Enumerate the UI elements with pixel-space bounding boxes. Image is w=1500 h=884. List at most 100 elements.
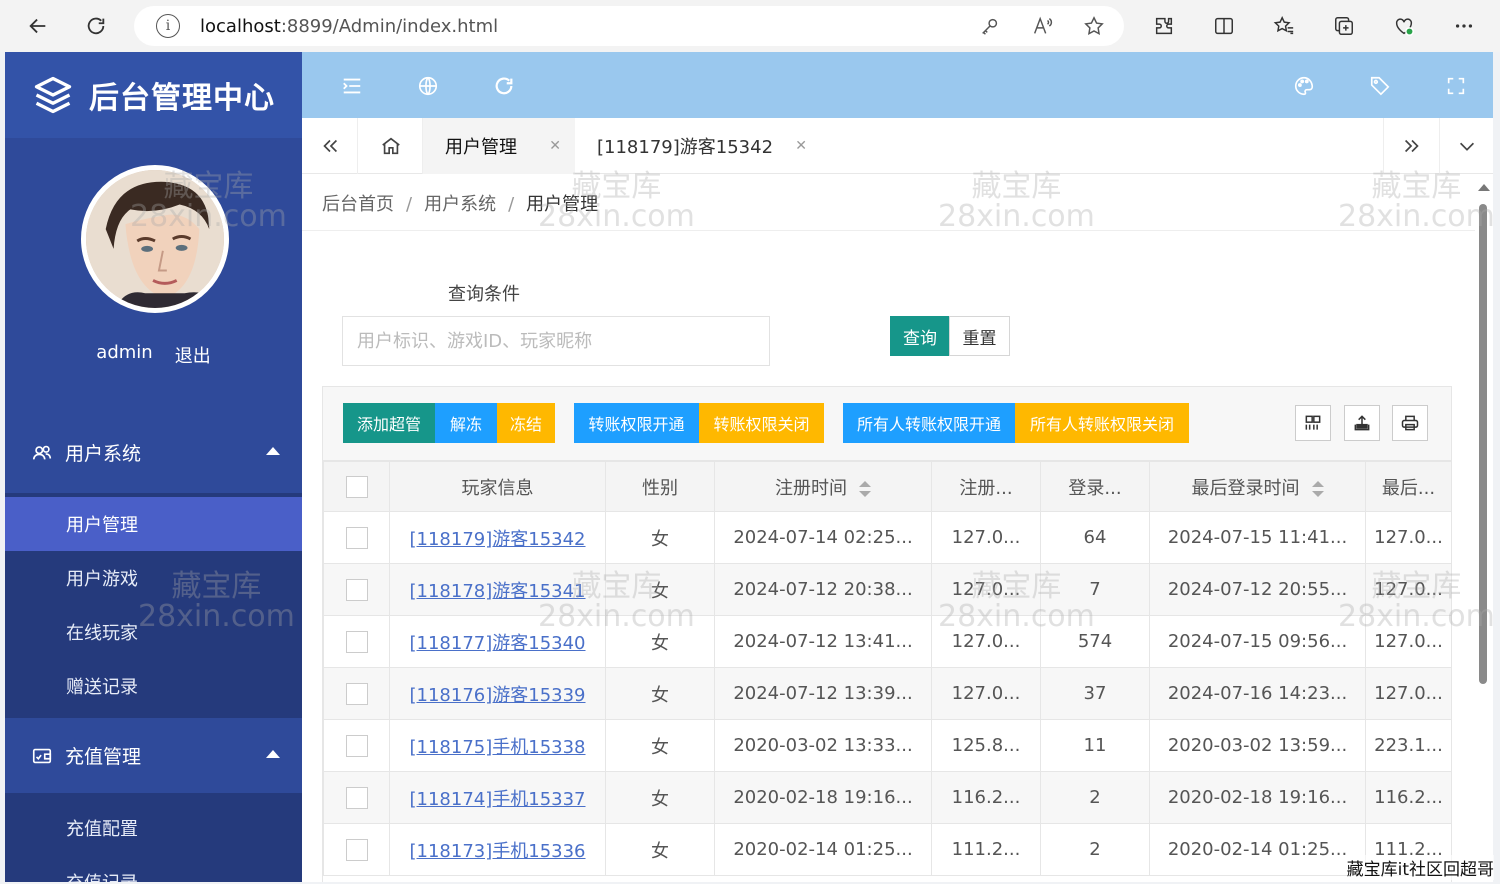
tabs-scroll-left-icon[interactable] xyxy=(302,118,358,174)
row-checkbox[interactable] xyxy=(323,511,390,564)
tab-user-management[interactable]: 用户管理 ✕ xyxy=(423,118,575,174)
close-tab-icon[interactable]: ✕ xyxy=(549,138,561,154)
sidebar-item-recharge-config[interactable]: 充值配置 xyxy=(5,801,302,855)
search-input[interactable] xyxy=(342,316,770,366)
header-login-count[interactable]: 登录... xyxy=(1040,461,1150,512)
header-register-ip[interactable]: 注册... xyxy=(931,461,1041,512)
row-checkbox[interactable] xyxy=(323,719,390,772)
collapse-arrow-icon[interactable] xyxy=(266,447,280,455)
all-transfer-disable-button[interactable]: 所有人转账权限关闭 xyxy=(1015,403,1189,443)
breadcrumb-section[interactable]: 用户系统 xyxy=(424,194,496,215)
column-filter-icon[interactable] xyxy=(1295,405,1331,441)
sidebar-item-online-players[interactable]: 在线玩家 xyxy=(5,605,302,659)
cell-last-login-time: 2024-07-12 20:55... xyxy=(1149,563,1366,616)
logout-link[interactable]: 退出 xyxy=(175,342,211,368)
refresh-page-icon[interactable] xyxy=(492,74,516,98)
split-screen-icon[interactable] xyxy=(1205,6,1243,46)
row-checkbox[interactable] xyxy=(323,667,390,720)
player-link[interactable]: [118173]手机15336 xyxy=(409,841,585,862)
row-checkbox[interactable] xyxy=(323,615,390,668)
transfer-enable-button[interactable]: 转账权限开通 xyxy=(574,403,699,443)
cell-register-time: 2020-02-18 19:16... xyxy=(714,771,932,824)
header-last-login-time[interactable]: 最后登录时间 xyxy=(1149,461,1366,512)
back-icon[interactable] xyxy=(18,6,58,46)
row-checkbox[interactable] xyxy=(323,771,390,824)
unfreeze-button[interactable]: 解冻 xyxy=(435,403,497,443)
layers-logo-icon xyxy=(34,76,72,114)
tabs-scroll-right-icon[interactable] xyxy=(1383,118,1439,174)
sidebar-item-user-games[interactable]: 用户游戏 xyxy=(5,551,302,605)
footer-watermark: 藏宝库it社区回超哥 xyxy=(1346,855,1494,880)
cell-login-count: 11 xyxy=(1040,719,1150,772)
export-icon[interactable] xyxy=(1344,405,1380,441)
select-all-checkbox[interactable] xyxy=(323,461,390,512)
info-icon[interactable]: i xyxy=(156,14,180,38)
top-header xyxy=(302,52,1493,118)
sort-icon[interactable] xyxy=(859,480,871,497)
header-player-info[interactable]: 玩家信息 xyxy=(389,461,606,512)
cell-register-time: 2020-03-02 13:33... xyxy=(714,719,932,772)
player-link[interactable]: [118177]游客15340 xyxy=(409,633,585,654)
cell-gender: 女 xyxy=(605,511,715,564)
refresh-icon[interactable] xyxy=(76,6,116,46)
reset-button[interactable]: 重置 xyxy=(949,316,1010,356)
cell-register-ip: 125.8... xyxy=(931,719,1041,772)
row-checkbox[interactable] xyxy=(323,563,390,616)
collections-icon[interactable] xyxy=(1325,6,1363,46)
collapse-arrow-icon[interactable] xyxy=(266,750,280,758)
theme-palette-icon[interactable] xyxy=(1292,74,1316,98)
transfer-disable-button[interactable]: 转账权限关闭 xyxy=(699,403,824,443)
header-last-login-ip[interactable]: 最后... xyxy=(1365,461,1452,512)
username: admin xyxy=(96,342,153,363)
row-checkbox[interactable] xyxy=(323,823,390,876)
read-aloud-icon[interactable] xyxy=(1030,14,1054,38)
more-options-icon[interactable] xyxy=(1445,6,1483,46)
globe-icon[interactable] xyxy=(416,74,440,98)
freeze-button[interactable]: 冻结 xyxy=(497,403,555,443)
sort-icon[interactable] xyxy=(1311,480,1324,497)
menu-group-user-system[interactable]: 用户系统 xyxy=(5,415,302,490)
menu-group-recharge[interactable]: 充值管理 xyxy=(5,718,302,793)
all-transfer-enable-button[interactable]: 所有人转账权限开通 xyxy=(843,403,1015,443)
cell-last-login-ip: 127.0... xyxy=(1365,511,1452,564)
player-link[interactable]: [118178]游客15341 xyxy=(409,581,585,602)
scroll-up-icon[interactable] xyxy=(1478,184,1490,191)
print-icon[interactable] xyxy=(1392,405,1428,441)
breadcrumb-home[interactable]: 后台首页 xyxy=(322,194,394,215)
scrollbar-thumb[interactable] xyxy=(1479,204,1487,684)
user-table: 玩家信息 性别 注册时间 注册... 登录... 最后登录时间 最后... [1… xyxy=(323,461,1452,876)
header-gender[interactable]: 性别 xyxy=(605,461,715,512)
player-link[interactable]: [118175]手机15338 xyxy=(409,737,585,758)
player-link[interactable]: [118176]游客15339 xyxy=(409,685,585,706)
cell-register-time: 2024-07-12 20:38... xyxy=(714,563,932,616)
fullscreen-icon[interactable] xyxy=(1444,74,1468,98)
favorites-icon[interactable] xyxy=(1265,6,1303,46)
page-scrollbar[interactable] xyxy=(1475,174,1493,882)
cell-register-ip: 127.0... xyxy=(931,511,1041,564)
add-admin-button[interactable]: 添加超管 xyxy=(343,403,435,443)
header-register-time[interactable]: 注册时间 xyxy=(714,461,932,512)
extensions-icon[interactable] xyxy=(1145,6,1183,46)
cell-player-info: [118177]游客15340 xyxy=(389,615,606,668)
key-icon[interactable] xyxy=(978,14,1002,38)
favorite-star-icon[interactable] xyxy=(1082,14,1106,38)
address-bar[interactable]: i localhost:8899/Admin/index.html xyxy=(134,6,1124,46)
sidebar-item-user-management[interactable]: 用户管理 xyxy=(5,497,302,551)
close-tab-icon[interactable]: ✕ xyxy=(795,138,807,154)
tab-player-detail[interactable]: [118179]游客15342 ✕ xyxy=(575,118,821,174)
menu-toggle-icon[interactable] xyxy=(340,74,364,98)
tag-icon[interactable] xyxy=(1368,74,1392,98)
cell-last-login-time: 2020-02-18 19:16... xyxy=(1149,771,1366,824)
tabs-dropdown-icon[interactable] xyxy=(1439,118,1493,174)
player-link[interactable]: [118179]游客15342 xyxy=(409,529,585,550)
breadcrumb: 后台首页 / 用户系统 / 用户管理 xyxy=(322,194,599,215)
users-icon xyxy=(32,445,52,459)
player-link[interactable]: [118174]手机15337 xyxy=(409,789,585,810)
sidebar-item-recharge-records[interactable]: 充值记录 xyxy=(5,855,302,882)
table-header-row: 玩家信息 性别 注册时间 注册... 登录... 最后登录时间 最后... xyxy=(323,461,1452,512)
query-button[interactable]: 查询 xyxy=(890,316,950,356)
sidebar-item-gift-records[interactable]: 赠送记录 xyxy=(5,659,302,713)
home-tab-icon[interactable] xyxy=(359,118,423,174)
browser-essentials-icon[interactable] xyxy=(1385,6,1423,46)
table-row: [118178]游客15341 女 2024-07-12 20:38... 12… xyxy=(323,563,1452,616)
